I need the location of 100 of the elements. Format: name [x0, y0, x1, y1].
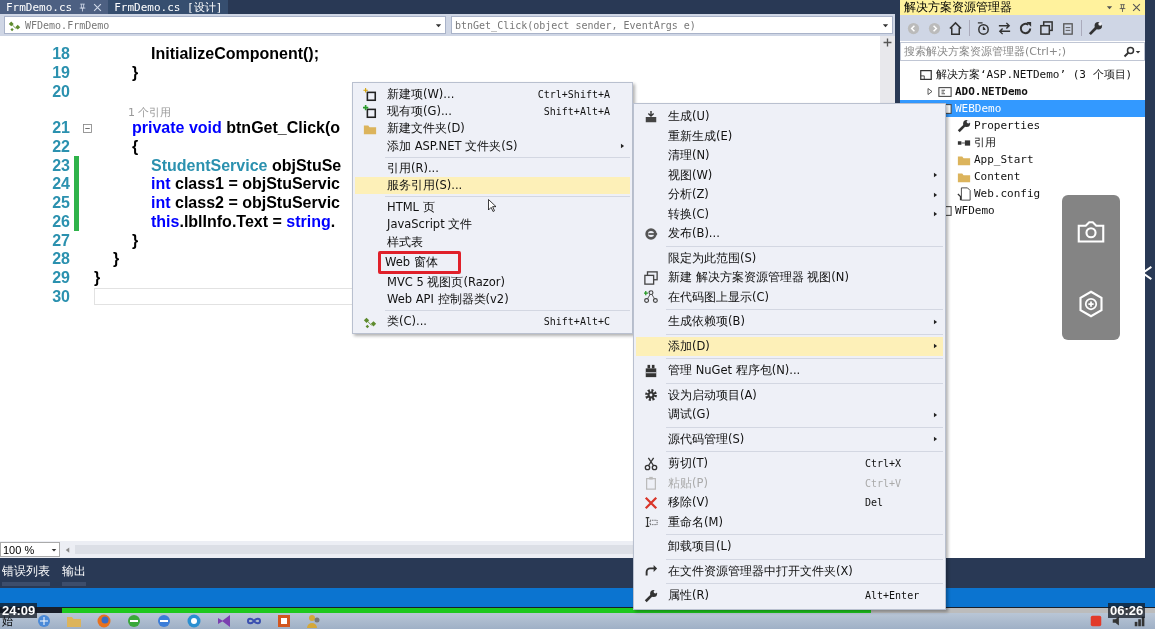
menu-item[interactable]: 设为启动项目(A)	[636, 385, 943, 405]
menu-item[interactable]: Web API 控制器类(v2)	[355, 291, 630, 309]
code-line: InitializeComponent();	[151, 45, 319, 64]
menu-item[interactable]: 类(C)... Shift+Alt+C	[355, 313, 630, 331]
menu-item[interactable]: 发布(B)...	[636, 224, 943, 244]
menu-item[interactable]: 添加(D)	[636, 336, 943, 356]
menu-item[interactable]: 引用(R)...	[355, 159, 630, 177]
menu-item[interactable]: 管理 NuGet 程序包(N)...	[636, 361, 943, 381]
line-number: 21	[51, 119, 70, 138]
dropdown-arrow-icon	[51, 546, 57, 553]
cross-icon	[644, 495, 658, 510]
editor-tab[interactable]: FrmDemo.cs [设计]	[108, 0, 229, 14]
line-number: 23	[51, 156, 70, 175]
new-item-icon	[363, 87, 377, 102]
graph-icon	[644, 290, 658, 305]
menu-item[interactable]: 新建项(W)... Ctrl+Shift+A	[355, 86, 630, 104]
search-field[interactable]: 搜索解决方案资源管理器(Ctrl+;)	[900, 42, 1145, 61]
menu-item[interactable]: 现有项(G)... Shift+Alt+A	[355, 103, 630, 121]
line-number: 28	[51, 250, 70, 269]
menu-item[interactable]: HTML 页	[355, 199, 630, 217]
people-icon[interactable]	[306, 613, 322, 629]
menu-item[interactable]: MVC 5 视图页(Razor)	[355, 273, 630, 292]
dropdown-arrow-icon[interactable]	[1106, 4, 1113, 11]
line-number: 26	[51, 212, 70, 231]
menu-item[interactable]: 属性(R) Alt+Enter	[636, 586, 943, 606]
code-line: }	[132, 231, 139, 250]
menu-item[interactable]: 在代码图上显示(C)	[636, 287, 943, 307]
editor-tab[interactable]: FrmDemo.cs	[0, 0, 109, 14]
collapse-icon[interactable]	[82, 123, 92, 133]
pin-icon[interactable]	[78, 2, 88, 12]
menu-item[interactable]: 卸载项目(L)	[636, 537, 943, 557]
expand-arrow-icon[interactable]	[926, 87, 934, 96]
menu-item[interactable]: JavaScript 文件	[355, 216, 630, 234]
menu-item[interactable]: 生成依赖项(B)	[636, 312, 943, 332]
square-icon[interactable]	[1089, 614, 1103, 628]
code-line: {	[132, 138, 139, 157]
solution-icon	[919, 67, 933, 82]
project-icon	[938, 84, 952, 99]
menu-item[interactable]: 在文件资源管理器中打开文件夹(X)	[636, 561, 943, 581]
line-number: 20	[51, 82, 70, 101]
slides-icon[interactable]	[276, 613, 292, 629]
member-dropdown[interactable]: btnGet_Click(object sender, EventArgs e)	[451, 16, 893, 34]
menu-item[interactable]: 转换(C)	[636, 204, 943, 224]
tree-item[interactable]: 解决方案‘ASP.NETDemo’ (3 个项目)	[900, 66, 1145, 83]
line-number: 30	[51, 287, 70, 306]
line-number: 25	[51, 194, 70, 213]
code-line: private void btnGet_Click(o	[132, 119, 341, 138]
menu-item[interactable]: 移除(V) Del	[636, 493, 943, 513]
panel-title: 解决方案资源管理器	[904, 0, 1013, 16]
scissors-icon	[644, 456, 658, 471]
zoom-dropdown[interactable]: 100 %	[0, 542, 60, 557]
wrench-icon[interactable]	[1088, 20, 1103, 36]
tree-item[interactable]: ADO.NETDemo	[900, 83, 1145, 100]
menu-item[interactable]: 添加 ASP.NET 文件夹(S)	[355, 137, 630, 155]
search-icon[interactable]	[1123, 45, 1135, 58]
pin-icon[interactable]	[1118, 2, 1127, 13]
hexagon-plus-icon[interactable]	[1077, 289, 1105, 318]
code-line: this.lblInfo.Text = string.	[151, 212, 336, 231]
menu-item[interactable]: 新建 解决方案资源管理器 视图(N)	[636, 268, 943, 288]
menu-item[interactable]: 剪切(T) Ctrl+X	[636, 454, 943, 474]
menu-item[interactable]: 重命名(M)	[636, 512, 943, 532]
stacked-windows-icon[interactable]	[1039, 20, 1054, 36]
line-number: 27	[51, 231, 70, 250]
add-item-icon	[363, 104, 377, 119]
menu-item[interactable]: 样式表	[355, 233, 630, 251]
menu-item[interactable]: 源代码管理(S)	[636, 429, 943, 449]
rename-icon	[644, 515, 658, 530]
dropdown-arrow-icon	[882, 21, 889, 29]
refresh-icon[interactable]	[1018, 20, 1033, 36]
gear-icon	[644, 388, 658, 403]
line-number: 24	[51, 175, 70, 194]
type-dropdown[interactable]: WFDemo.FrmDemo	[4, 16, 446, 34]
line-number: 18	[51, 45, 70, 64]
config-file-icon	[957, 186, 971, 201]
menu-item[interactable]: 调试(G)	[636, 405, 943, 425]
menu-item[interactable]: 新建文件夹(D)	[355, 120, 630, 138]
code-line: }	[94, 268, 101, 287]
wrench-icon	[644, 588, 658, 603]
code-line: StudentService objStuSe	[151, 156, 342, 175]
menu-item[interactable]: Web 窗体	[355, 250, 630, 274]
clipboard-icon	[644, 476, 658, 491]
menu-item[interactable]: 限定为此范围(S)	[636, 248, 943, 268]
code-line: }	[132, 64, 139, 83]
menu-item[interactable]: 服务引用(S)...	[355, 176, 630, 195]
mouse-pointer-icon	[487, 196, 499, 215]
package-icon	[644, 363, 658, 378]
dropdown-arrow-icon[interactable]	[1135, 48, 1141, 55]
wrench-icon	[957, 118, 971, 133]
remaining-time: 06:26	[1108, 603, 1146, 618]
dropdown-arrow-icon	[435, 21, 442, 29]
home-icon[interactable]	[948, 20, 963, 36]
line-number: 22	[51, 138, 70, 157]
scroll-left-icon[interactable]	[64, 545, 71, 554]
split-plus-icon[interactable]	[883, 38, 892, 47]
close-icon[interactable]	[1132, 3, 1141, 12]
pages-icon[interactable]	[1060, 20, 1075, 36]
swap-arrows-icon[interactable]	[997, 20, 1012, 36]
code-line: }	[113, 250, 120, 269]
clock-icon[interactable]	[976, 20, 991, 36]
build-icon	[644, 109, 658, 124]
